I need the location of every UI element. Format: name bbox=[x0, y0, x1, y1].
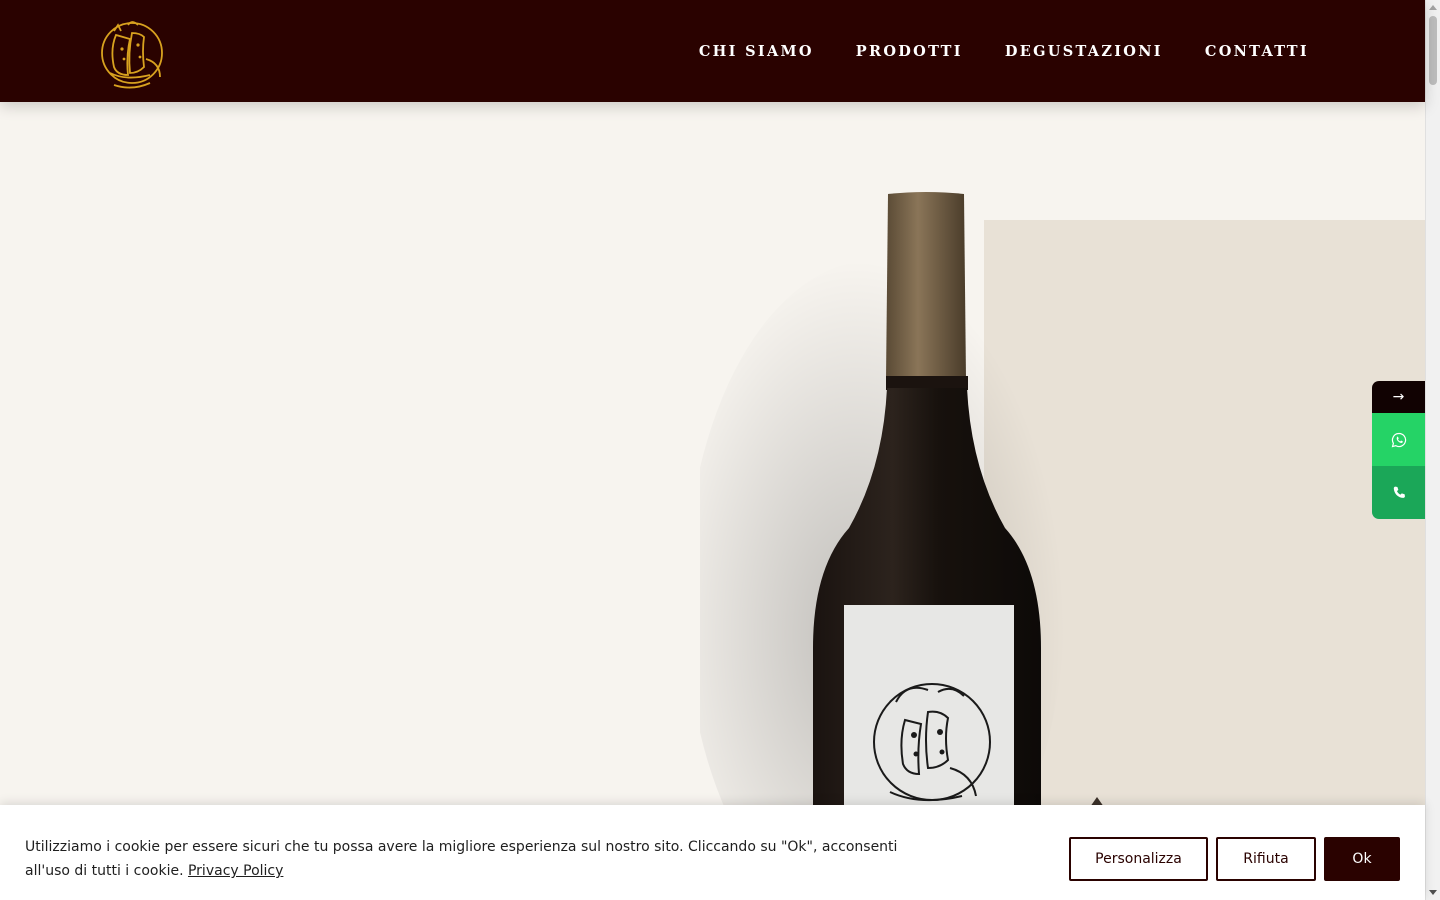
nav-link-prodotti[interactable]: PRODOTTI bbox=[856, 43, 963, 60]
cookie-banner: Utilizziamo i cookie per essere sicuri c… bbox=[0, 805, 1425, 900]
scroll-down-arrow-icon[interactable] bbox=[1429, 890, 1437, 895]
whatsapp-button[interactable] bbox=[1372, 413, 1425, 466]
floating-contact-widget: → bbox=[1372, 381, 1425, 519]
nav-link-chi-siamo[interactable]: CHI SIAMO bbox=[699, 43, 814, 60]
arrow-right-icon: → bbox=[1392, 389, 1405, 405]
nav-link-contatti[interactable]: CONTATTI bbox=[1205, 43, 1309, 60]
cookie-message: Utilizziamo i cookie per essere sicuri c… bbox=[25, 839, 898, 879]
phone-button[interactable] bbox=[1372, 466, 1425, 519]
cookie-reject-button[interactable]: Rifiuta bbox=[1216, 837, 1316, 881]
nav-link-degustazioni[interactable]: DEGUSTAZIONI bbox=[1005, 43, 1163, 60]
cookie-ok-button[interactable]: Ok bbox=[1324, 837, 1400, 881]
whatsapp-icon bbox=[1391, 432, 1406, 447]
privacy-policy-link[interactable]: Privacy Policy bbox=[188, 863, 283, 879]
scroll-thumb[interactable] bbox=[1429, 16, 1437, 85]
wine-bottle-image bbox=[700, 192, 1065, 900]
cookie-message-container: Utilizziamo i cookie per essere sicuri c… bbox=[25, 835, 945, 883]
cookie-customize-button[interactable]: Personalizza bbox=[1069, 837, 1208, 881]
page-scrollbar[interactable] bbox=[1425, 0, 1440, 900]
scroll-up-arrow-icon[interactable] bbox=[1429, 5, 1437, 10]
brand-logo[interactable] bbox=[96, 9, 168, 93]
main-nav: CHI SIAMO PRODOTTI DEGUSTAZIONI CONTATTI bbox=[699, 0, 1309, 102]
widget-toggle-button[interactable]: → bbox=[1372, 381, 1425, 413]
phone-icon bbox=[1393, 486, 1405, 498]
site-header: CHI SIAMO PRODOTTI DEGUSTAZIONI CONTATTI bbox=[0, 0, 1425, 102]
